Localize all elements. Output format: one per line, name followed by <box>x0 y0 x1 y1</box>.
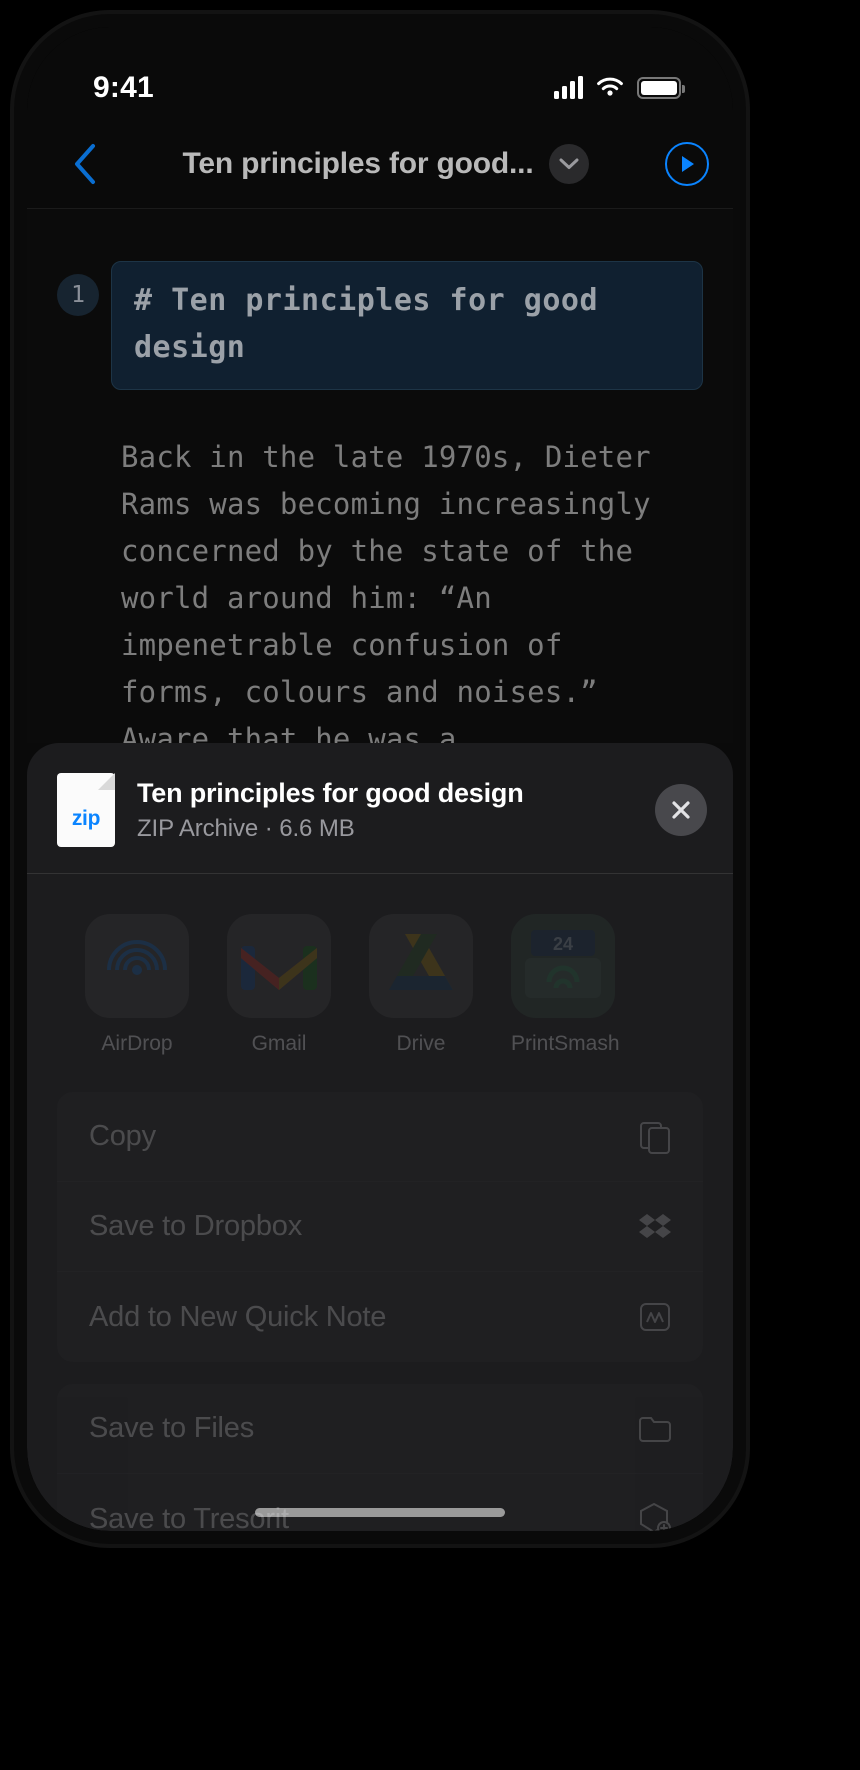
share-action-list: Copy Save to Dropbox Add to New Quick No… <box>27 1056 733 1531</box>
app-tile <box>227 914 331 1018</box>
app-tile <box>85 914 189 1018</box>
document-content: 1 # Ten principles for good design Back … <box>27 209 733 743</box>
printsmash-icon: 24 <box>525 930 601 998</box>
folder-icon <box>635 1409 675 1449</box>
action-copy[interactable]: Copy <box>57 1092 703 1182</box>
quick-note-icon <box>635 1297 675 1337</box>
app-label: Drive <box>396 1032 446 1055</box>
gmail-icon <box>241 946 317 990</box>
shared-file-info: Ten principles for good design ZIP Archi… <box>137 778 633 843</box>
share-app-row: AirDrop Gmail Drive 24 PrintSmash <box>27 874 733 1056</box>
close-share-sheet-button[interactable] <box>655 784 707 836</box>
status-bar: 9:41 <box>27 27 733 119</box>
action-group-1: Copy Save to Dropbox Add to New Quick No… <box>57 1092 703 1362</box>
google-drive-icon <box>389 934 453 990</box>
share-sheet-header: zip Ten principles for good design ZIP A… <box>27 743 733 874</box>
play-button[interactable] <box>665 141 709 186</box>
nav-title-group[interactable]: Ten principles for good... <box>107 143 665 184</box>
document-viewer[interactable]: 1 # Ten principles for good design Back … <box>27 209 733 743</box>
shared-file-subtitle: ZIP Archive · 6.6 MB <box>137 814 355 842</box>
document-heading: # Ten principles for good design <box>111 261 703 390</box>
status-indicators <box>554 76 685 99</box>
airdrop-icon <box>107 940 167 975</box>
app-label: Gmail <box>251 1032 307 1055</box>
share-target-drive[interactable]: Drive <box>369 914 473 1056</box>
copy-icon <box>635 1117 675 1157</box>
action-add-to-new-quick-note[interactable]: Add to New Quick Note <box>57 1272 703 1362</box>
action-label: Save to Dropbox <box>89 1210 303 1242</box>
shared-file-title: Ten principles for good design <box>137 777 524 808</box>
back-chevron-icon <box>75 143 95 184</box>
svg-text:24: 24 <box>553 934 573 954</box>
share-target-printsmash[interactable]: 24 PrintSmash <box>511 914 620 1056</box>
action-save-to-dropbox[interactable]: Save to Dropbox <box>57 1182 703 1272</box>
document-disclosure-button[interactable] <box>549 143 590 184</box>
app-tile: 24 <box>511 914 615 1018</box>
phone-frame: 9:41 Ten principles for good... 1 # Ten … <box>14 14 746 1544</box>
signal-bars-icon <box>554 76 583 99</box>
navigation-bar: Ten principles for good... <box>27 119 733 209</box>
screenshot-stage: 9:41 Ten principles for good... 1 # Ten … <box>0 0 860 1770</box>
action-save-to-files[interactable]: Save to Files <box>57 1384 703 1474</box>
heading-block: 1 # Ten principles for good design <box>57 261 703 390</box>
dropbox-icon <box>635 1207 675 1247</box>
chevron-down-icon <box>559 158 579 169</box>
share-target-gmail[interactable]: Gmail <box>227 914 331 1056</box>
action-label: Add to New Quick Note <box>89 1300 387 1333</box>
phone-screen: 9:41 Ten principles for good... 1 # Ten … <box>27 27 733 1531</box>
play-circle-icon <box>682 155 694 172</box>
action-label: Copy <box>89 1120 156 1152</box>
app-label: PrintSmash <box>511 1032 620 1055</box>
battery-icon <box>637 77 685 99</box>
zip-file-icon: zip <box>57 773 115 847</box>
zip-file-icon-label: zip <box>71 807 101 830</box>
app-tile <box>369 914 473 1018</box>
document-body-text: Back in the late 1970s, Dieter Rams was … <box>121 440 669 743</box>
line-number-badge: 1 <box>57 274 99 316</box>
action-label: Save to Files <box>89 1412 255 1444</box>
page-title: Ten principles for good... <box>182 146 534 180</box>
status-time: 9:41 <box>93 71 154 104</box>
wifi-icon <box>597 77 623 96</box>
app-label: AirDrop <box>101 1032 173 1055</box>
action-save-to-tresorit[interactable]: Save to Tresorit <box>57 1474 703 1531</box>
share-target-airdrop[interactable]: AirDrop <box>85 914 189 1056</box>
home-indicator <box>255 1508 505 1517</box>
tresorit-icon <box>635 1499 675 1531</box>
close-icon <box>672 801 690 819</box>
share-sheet: zip Ten principles for good design ZIP A… <box>27 743 733 1531</box>
back-button[interactable] <box>63 136 107 192</box>
